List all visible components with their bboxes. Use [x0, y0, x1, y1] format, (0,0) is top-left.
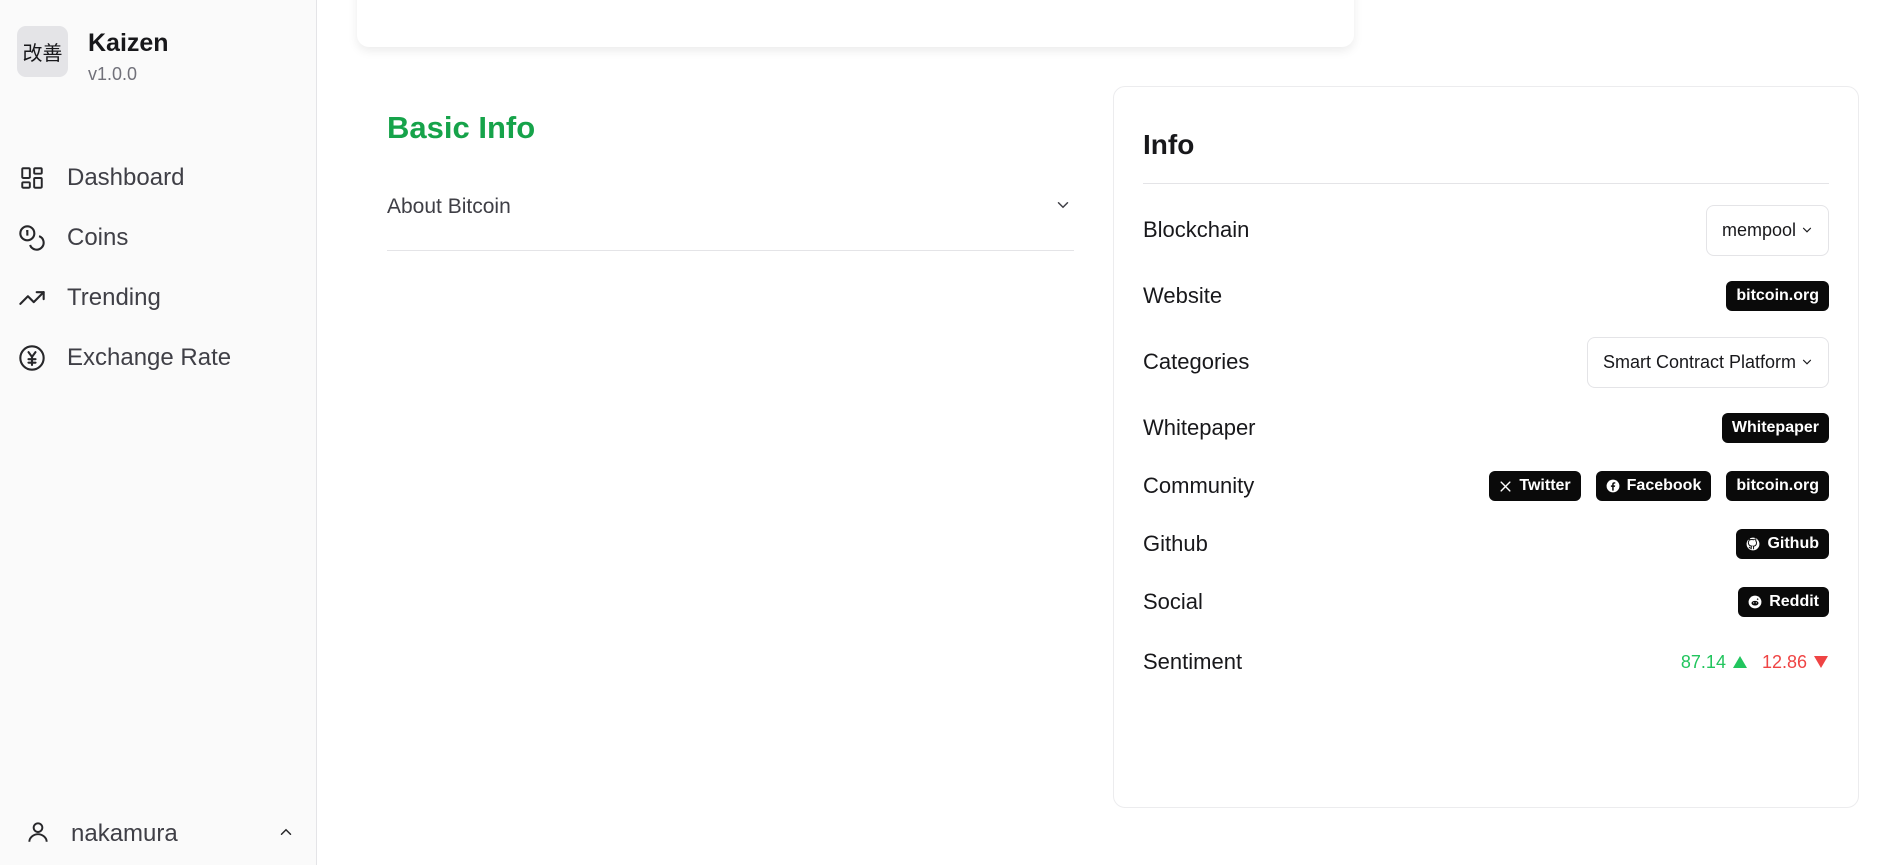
community-links: Twitter Facebook bitcoin.org: [1489, 471, 1829, 501]
whitepaper-link[interactable]: Whitepaper: [1721, 413, 1829, 443]
top-card: [357, 0, 1354, 47]
website-link[interactable]: bitcoin.org: [1726, 281, 1829, 311]
sidebar-item-label: Coins: [67, 224, 129, 251]
info-row-website: Website bitcoin.org: [1143, 270, 1829, 322]
pill-label: Reddit: [1769, 593, 1819, 610]
sidebar-nav: Dashboard Coins Trending Exchange Rate: [17, 148, 231, 388]
categories-select[interactable]: Smart Contract Platform: [1586, 336, 1829, 388]
triangle-down-icon: [1814, 656, 1828, 668]
info-row-blockchain: Blockchain mempool: [1143, 204, 1829, 256]
about-accordion[interactable]: About Bitcoin: [387, 188, 1074, 251]
user-name: nakamura: [71, 820, 178, 847]
info-title: Info: [1143, 129, 1195, 160]
brand[interactable]: 改善 Kaizen v1.0.0: [17, 26, 169, 85]
brand-version: v1.0.0: [88, 64, 138, 84]
dashboard-icon: [17, 163, 47, 193]
sentiment-down-value: 12.86: [1761, 651, 1807, 672]
pill-label: bitcoin.org: [1736, 477, 1819, 494]
reddit-icon: [1748, 595, 1762, 609]
x-twitter-icon: [1500, 480, 1511, 492]
chevron-down-icon: [1802, 359, 1812, 365]
row-label: Blockchain: [1143, 217, 1250, 242]
user-menu[interactable]: nakamura: [25, 803, 295, 865]
sentiment-values: 87.14 12.86: [1681, 652, 1829, 673]
blockchain-select[interactable]: mempool: [1705, 204, 1829, 256]
github-link[interactable]: Github: [1736, 529, 1829, 559]
chevron-down-icon: [1802, 227, 1812, 233]
sidebar-item-label: Dashboard: [67, 164, 185, 191]
triangle-up-icon: [1732, 656, 1747, 668]
sentiment-up-value: 87.14: [1680, 651, 1726, 672]
sidebar-item-dashboard[interactable]: Dashboard: [17, 148, 231, 208]
chevron-up-icon[interactable]: [277, 823, 295, 846]
pill-label: Github: [1767, 535, 1819, 552]
pill-label: Twitter: [1519, 477, 1571, 494]
facebook-link[interactable]: Facebook: [1595, 471, 1712, 501]
row-label: Social: [1143, 589, 1203, 614]
info-row-github: Github Github: [1143, 518, 1829, 570]
chevron-down-icon: [1054, 196, 1072, 219]
sidebar-item-exchange-rate[interactable]: Exchange Rate: [17, 328, 231, 388]
user-icon: [25, 819, 51, 850]
basic-info-title: Basic Info: [387, 110, 536, 145]
coins-icon: [17, 223, 47, 253]
info-row-community: Community Twitter Facebook bitcoin.org: [1143, 460, 1829, 512]
pill-label: Facebook: [1626, 477, 1702, 494]
sidebar-item-trending[interactable]: Trending: [17, 268, 231, 328]
sidebar: 改善 Kaizen v1.0.0 Dashboard Coins Trendin…: [0, 0, 317, 865]
facebook-icon: [1606, 479, 1620, 493]
row-label: Website: [1143, 283, 1223, 308]
divider: [1143, 183, 1829, 184]
sidebar-item-label: Trending: [67, 284, 161, 311]
brand-name: Kaizen: [88, 29, 169, 57]
row-label: Sentiment: [1143, 649, 1243, 674]
info-row-categories: Categories Smart Contract Platform: [1143, 336, 1829, 388]
row-label: Categories: [1143, 349, 1250, 374]
info-row-whitepaper: Whitepaper Whitepaper: [1143, 402, 1829, 454]
community-site-link[interactable]: bitcoin.org: [1726, 471, 1829, 501]
accordion-label: About Bitcoin: [387, 195, 511, 218]
info-card: Info Blockchain mempool Website bitcoin.…: [1113, 86, 1859, 808]
trending-icon: [17, 283, 47, 313]
reddit-link[interactable]: Reddit: [1738, 587, 1829, 617]
row-label: Github: [1143, 531, 1208, 556]
brand-text: Kaizen v1.0.0: [88, 28, 169, 85]
twitter-link[interactable]: Twitter: [1489, 471, 1581, 501]
sentiment-up: 87.14: [1681, 652, 1748, 673]
brand-logo: 改善: [17, 26, 68, 77]
github-icon: [1747, 537, 1760, 551]
exchange-rate-icon: [17, 343, 47, 373]
sentiment-down: 12.86: [1762, 652, 1829, 673]
info-row-sentiment: Sentiment 87.14 12.86: [1143, 636, 1829, 688]
sidebar-item-label: Exchange Rate: [67, 344, 232, 371]
info-row-social: Social Reddit: [1143, 576, 1829, 628]
row-label: Community: [1143, 473, 1255, 498]
row-label: Whitepaper: [1143, 415, 1256, 440]
app: 改善 Kaizen v1.0.0 Dashboard Coins Trendin…: [0, 0, 1892, 865]
select-value: Smart Contract Platform: [1602, 351, 1796, 372]
sidebar-item-coins[interactable]: Coins: [17, 208, 231, 268]
select-value: mempool: [1721, 219, 1796, 240]
